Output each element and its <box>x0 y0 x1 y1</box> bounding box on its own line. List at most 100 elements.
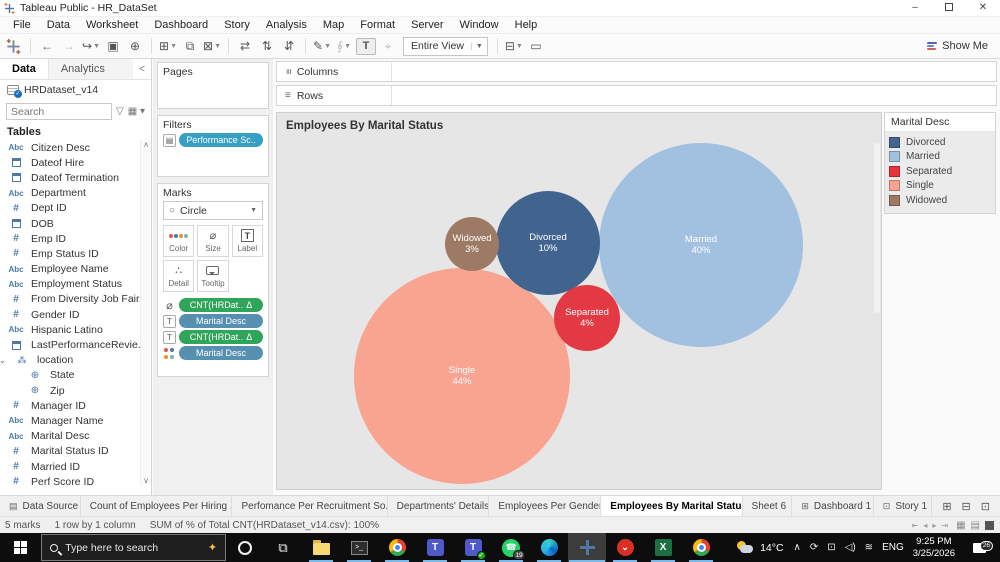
taskbar-app-chrome[interactable] <box>378 533 416 562</box>
taskbar-app-chrome-2[interactable] <box>682 533 720 562</box>
field-marital-desc[interactable]: Abc Marital Desc <box>0 429 151 444</box>
field-married-id[interactable]: # Married ID <box>0 459 151 474</box>
tab-sheet-6[interactable]: Sheet 6 <box>743 496 793 516</box>
pages-card[interactable]: Pages <box>157 62 269 109</box>
cast-display-icon[interactable]: ⊡ <box>827 542 835 553</box>
expander-icon[interactable]: ⌄ <box>0 356 7 365</box>
tooltip-button[interactable]: Tooltip <box>197 260 229 292</box>
start-button[interactable] <box>0 533 41 562</box>
menu-format[interactable]: Format <box>352 19 403 31</box>
menu-data[interactable]: Data <box>39 19 78 31</box>
rows-shelf[interactable]: ≡ Rows <box>276 85 997 106</box>
taskbar-app-cortana[interactable] <box>226 533 264 562</box>
taskbar-app-excel[interactable]: X <box>644 533 682 562</box>
size-pill[interactable]: CNT(HRDat.. Δ <box>179 298 263 312</box>
bubble-separated[interactable]: Separated 4% <box>554 285 620 351</box>
menu-help[interactable]: Help <box>507 19 546 31</box>
tableau-home-icon[interactable] <box>6 38 21 54</box>
filters-card[interactable]: Filters ▤ Performance Sc.. <box>157 115 269 177</box>
highlight-icon[interactable]: ✎ ▼ <box>312 36 332 56</box>
undo-icon[interactable]: ← <box>37 36 57 56</box>
bubble-widowed[interactable]: Widowed 3% <box>445 217 499 271</box>
field-dept-id[interactable]: # Dept ID <box>0 201 151 216</box>
language-indicator[interactable]: ENG <box>882 542 904 553</box>
legend-item-separated[interactable]: Separated <box>889 164 991 179</box>
new-worksheet-icon[interactable]: ⊞ <box>942 500 951 513</box>
clock[interactable]: 9:25 PM 3/25/2026 <box>913 536 955 560</box>
field-dob[interactable]: DOB <box>0 216 151 231</box>
story-navigation[interactable]: ⇤ ◂ ▸ ⇥ <box>912 521 948 530</box>
fields-scrollbar[interactable]: ∧ ∨ <box>140 140 151 485</box>
field-hispanic-latino[interactable]: Abc Hispanic Latino <box>0 322 151 337</box>
fit-dropdown[interactable]: Entire View ▼ <box>403 36 488 56</box>
columns-shelf[interactable]: ≡ Columns <box>276 61 997 82</box>
new-data-source-icon[interactable]: ⊕ <box>125 36 145 56</box>
volume-icon[interactable]: ◁) <box>845 542 856 553</box>
view-scrollbar[interactable] <box>874 143 880 313</box>
onedrive-icon[interactable]: ⟳ <box>810 542 818 553</box>
field-marital-status-id[interactable]: # Marital Status ID <box>0 444 151 459</box>
legend-item-single[interactable]: Single <box>889 179 991 194</box>
tab-count-of-employees-per-hiring-[interactable]: Count of Employees Per Hiring ... <box>81 496 233 516</box>
new-story-icon[interactable]: ⊡ <box>981 500 990 513</box>
menu-window[interactable]: Window <box>452 19 507 31</box>
show-me-button[interactable]: Show Me <box>927 40 994 52</box>
bubble-married[interactable]: Married 40% <box>599 143 803 347</box>
field-manager-id[interactable]: # Manager ID <box>0 398 151 413</box>
field-lastperformancerevie-[interactable]: LastPerformanceRevie... <box>0 337 151 352</box>
tab-data[interactable]: Data <box>0 59 48 79</box>
close-button[interactable]: ✕ <box>966 0 1000 16</box>
show-tabs-icon[interactable]: ▦ <box>956 520 965 531</box>
search-input[interactable] <box>6 103 113 120</box>
detail-button[interactable]: ∴ Detail <box>163 260 195 292</box>
taskbar-app-edge[interactable] <box>530 533 568 562</box>
network-icon[interactable]: ≋ <box>865 542 873 553</box>
sort-descending-icon[interactable]: ⇵ <box>279 36 299 56</box>
legend-item-widowed[interactable]: Widowed <box>889 193 991 208</box>
size-button[interactable]: ⌀ Size <box>197 225 229 257</box>
taskbar-app-teams[interactable]: T <box>416 533 454 562</box>
menu-dashboard[interactable]: Dashboard <box>146 19 216 31</box>
menu-analysis[interactable]: Analysis <box>258 19 315 31</box>
menu-server[interactable]: Server <box>403 19 451 31</box>
sort-ascending-icon[interactable]: ⇅ <box>257 36 277 56</box>
taskbar-search[interactable]: Type here to search ✦ <box>41 534 227 561</box>
show-filmstrip-icon[interactable]: ▤ <box>971 520 980 531</box>
menu-file[interactable]: File <box>5 19 39 31</box>
legend-item-married[interactable]: Married <box>889 150 991 165</box>
field-gender-id[interactable]: # Gender ID <box>0 307 151 322</box>
swap-rows-columns-icon[interactable]: ⇄ <box>235 36 255 56</box>
field-employee-name[interactable]: Abc Employee Name <box>0 262 151 277</box>
legend-item-divorced[interactable]: Divorced <box>889 135 991 150</box>
restore-button[interactable] <box>932 0 966 16</box>
datasource-item[interactable]: HRDataset_v14 <box>0 80 151 100</box>
field-manager-name[interactable]: Abc Manager Name <box>0 413 151 428</box>
replay-icon[interactable]: ↪ ▼ <box>81 36 101 56</box>
tab-perfomance-per-recruitment-so-[interactable]: Perfomance Per Recruitment So... <box>232 496 388 516</box>
tab-employees-per-gender[interactable]: Employees Per Gender <box>489 496 602 516</box>
new-dashboard-icon[interactable]: ⊟ <box>962 500 971 513</box>
field-perf-score-id[interactable]: # Perf Score ID <box>0 474 151 485</box>
filter-pill[interactable]: Performance Sc.. <box>179 133 263 147</box>
filter-fields-icon[interactable]: ▽ <box>116 106 124 117</box>
taskbar-app-red-app[interactable]: ⌄ <box>606 533 644 562</box>
taskbar-app-file-explorer[interactable] <box>302 533 340 562</box>
color-pill[interactable]: Marital Desc <box>179 346 263 360</box>
field-zip[interactable]: ⊕ Zip <box>0 383 151 398</box>
new-worksheet-icon[interactable]: ⊞ ▼ <box>158 36 178 56</box>
menu-worksheet[interactable]: Worksheet <box>78 19 146 31</box>
field-emp-status-id[interactable]: # Emp Status ID <box>0 246 151 261</box>
field-employment-status[interactable]: Abc Employment Status <box>0 277 151 292</box>
label-pill-1[interactable]: Marital Desc <box>179 314 263 328</box>
field-dateof-termination[interactable]: Dateof Termination <box>0 170 151 185</box>
field-dateof-hire[interactable]: Dateof Hire <box>0 155 151 170</box>
taskbar-app-terminal[interactable]: >_ <box>340 533 378 562</box>
bubble-divorced[interactable]: Divorced 10% <box>496 191 600 295</box>
bubble-single[interactable]: Single 44% <box>354 268 570 484</box>
tab-story-1[interactable]: ⊡ Story 1 <box>874 496 933 516</box>
taskbar-app-task-view[interactable]: ⧉ <box>264 533 302 562</box>
field-state[interactable]: ⊕ State <box>0 368 151 383</box>
menu-story[interactable]: Story <box>216 19 258 31</box>
taskbar-app-tableau[interactable] <box>568 533 607 562</box>
label-pill-2[interactable]: CNT(HRDat.. Δ <box>179 330 263 344</box>
